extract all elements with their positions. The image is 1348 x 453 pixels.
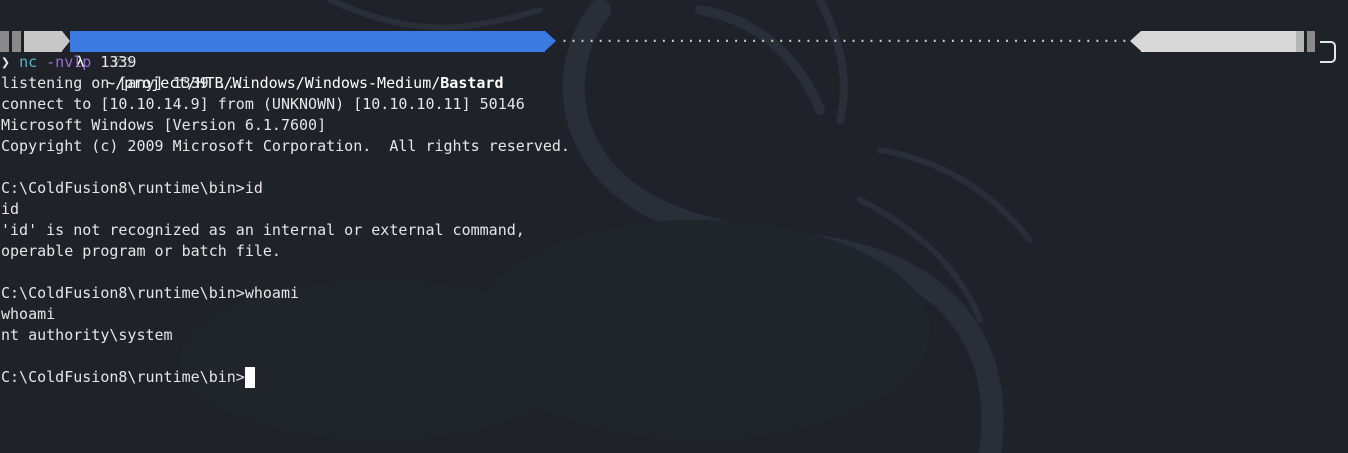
output-line: connect to [10.10.14.9] from (UNKNOWN) [… xyxy=(1,95,525,113)
current-prompt: C:\ColdFusion8\runtime\bin> xyxy=(1,368,245,386)
active-prompt-line[interactable]: C:\ColdFusion8\runtime\bin> xyxy=(1,367,255,388)
output-line: C:\ColdFusion8\runtime\bin>whoami xyxy=(1,284,300,302)
prompt-filler-dots: ········································… xyxy=(560,32,1132,50)
command-arg: 1339 xyxy=(100,53,137,71)
directory-current: Bastard xyxy=(440,74,504,92)
clock-icon: ⊙ xyxy=(1185,95,1195,113)
time-value: 17:13:06 xyxy=(1185,74,1258,92)
text-cursor[interactable] xyxy=(244,367,255,388)
command-line: ❯ nc -nvlp 1339 xyxy=(1,52,136,73)
prompt-corner xyxy=(1320,41,1336,63)
powerline-separator xyxy=(62,31,70,51)
powerline-separator-left xyxy=(1130,31,1141,51)
output-line: C:\ColdFusion8\runtime\bin>id xyxy=(1,179,263,197)
output-line: id xyxy=(1,200,20,218)
command-program: nc xyxy=(19,53,38,71)
output-line: Microsoft Windows [Version 6.1.7600] xyxy=(1,116,327,134)
directory-segment: 🗁 ~/project/HTB/Windows/Windows-Medium/B… xyxy=(70,31,545,92)
output-line: nt authority\system xyxy=(1,326,173,344)
command-flags: -nvlp xyxy=(46,53,92,71)
time-segment: at 17:13:06 ⊙ xyxy=(1141,31,1296,113)
output-line: 'id' is not recognized as an internal or… xyxy=(1,221,525,239)
output-line: whoami xyxy=(1,305,56,323)
output-line: listening on [any] 1339 ... xyxy=(1,74,245,92)
terminal-window[interactable]: λ 🗁 ~/project/HTB/Windows/Windows-Medium… xyxy=(0,0,1348,453)
powerline-separator xyxy=(545,31,556,51)
output-line: Copyright (c) 2009 Microsoft Corporation… xyxy=(1,137,570,155)
output-line: operable program or batch file. xyxy=(1,242,281,260)
os-segment: λ xyxy=(0,31,85,71)
time-prefix: at xyxy=(1185,53,1204,71)
prompt-chevron: ❯ xyxy=(1,53,11,71)
end-segment xyxy=(1296,31,1318,52)
